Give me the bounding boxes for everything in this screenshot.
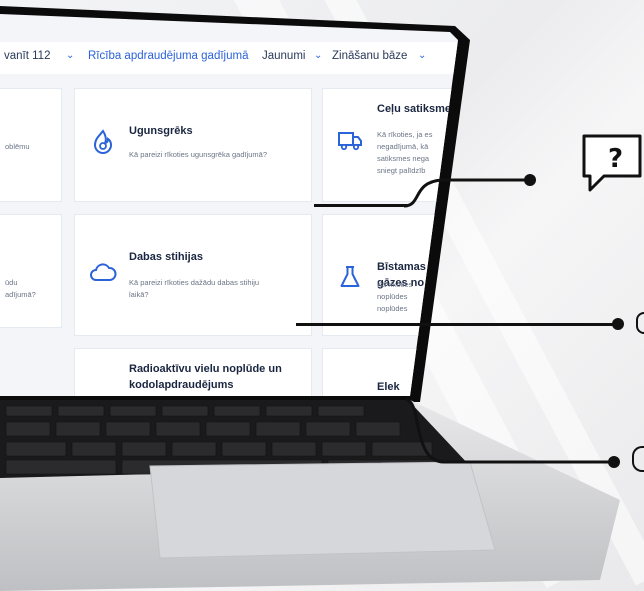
chevron-down-icon[interactable]: ⌄ bbox=[418, 50, 426, 61]
laptop-screen: vanīt 112 ⌄ Rīcība apdraudējuma gadījumā… bbox=[0, 0, 470, 420]
card-desc: noplūdes bbox=[377, 292, 408, 301]
cloud-icon bbox=[90, 263, 117, 281]
nav-item-call-112[interactable]: vanīt 112 bbox=[4, 50, 50, 62]
card-hazardous-gases[interactable]: Bīstamas gāzes no Kā rīkoties noplūdes n… bbox=[322, 214, 458, 336]
card-title: Ceļu satiksme bbox=[377, 103, 451, 115]
nav-item-emergency-actions[interactable]: Rīcība apdraudējuma gadījumā bbox=[88, 50, 248, 62]
card-natural-disasters[interactable]: Dabas stihijas Kā pareizi rīkoties dažād… bbox=[74, 214, 312, 336]
nav-item-knowledge-base[interactable]: Zināšanu bāze bbox=[332, 50, 407, 62]
callout-curve bbox=[405, 398, 616, 464]
card-title: Dabas stihijas bbox=[129, 251, 203, 263]
partial-glyph bbox=[636, 312, 644, 334]
card-desc: Kā pareizi rīkoties ugunsgrēka gadījumā? bbox=[129, 150, 267, 159]
card-desc: noplūdes bbox=[377, 304, 408, 313]
flask-icon bbox=[340, 266, 360, 287]
card-desc: Kā pareizi rīkoties dažādu dabas stihiju bbox=[129, 278, 260, 287]
card-desc: adījumā? bbox=[5, 290, 36, 299]
callout-dot bbox=[524, 174, 536, 186]
card-desc: ūdu bbox=[5, 278, 18, 287]
callout-line bbox=[296, 323, 618, 326]
card-desc: Kā rīkoties, ja es bbox=[377, 130, 433, 139]
callout-curve bbox=[403, 178, 530, 208]
card-desc: negadījumā, kā bbox=[377, 142, 429, 151]
chevron-down-icon[interactable]: ⌄ bbox=[66, 50, 74, 61]
card-title: Radioaktīvu vielu noplūde un bbox=[129, 363, 282, 375]
svg-text:?: ? bbox=[608, 144, 623, 174]
card-desc: oblēmu bbox=[5, 142, 30, 151]
website-screen: vanīt 112 ⌄ Rīcība apdraudējuma gadījumā… bbox=[0, 14, 458, 396]
callout-dot bbox=[608, 456, 620, 468]
card-desc: laikā? bbox=[129, 290, 149, 299]
nav-item-news[interactable]: Jaunumi bbox=[262, 50, 305, 62]
card-partial-left[interactable]: oblēmu bbox=[0, 88, 62, 202]
fire-icon bbox=[93, 129, 113, 154]
card-title: Ugunsgrēks bbox=[129, 125, 193, 137]
truck-icon bbox=[338, 132, 362, 151]
top-navigation: vanīt 112 ⌄ Rīcība apdraudējuma gadījumā… bbox=[0, 42, 458, 74]
callout-dot bbox=[612, 318, 624, 330]
callout-line bbox=[314, 204, 408, 207]
card-title: Bīstamas bbox=[377, 261, 426, 273]
question-bubble-icon: ? bbox=[582, 134, 642, 192]
card-fire[interactable]: Ugunsgrēks Kā pareizi rīkoties ugunsgrēk… bbox=[74, 88, 312, 202]
card-desc: satiksmes nega bbox=[377, 154, 430, 163]
partial-glyph bbox=[632, 446, 644, 472]
card-desc: Kā rīkoties bbox=[377, 280, 413, 289]
chevron-down-icon[interactable]: ⌄ bbox=[314, 50, 322, 61]
card-partial-left[interactable]: ūdu adījumā? bbox=[0, 214, 62, 328]
